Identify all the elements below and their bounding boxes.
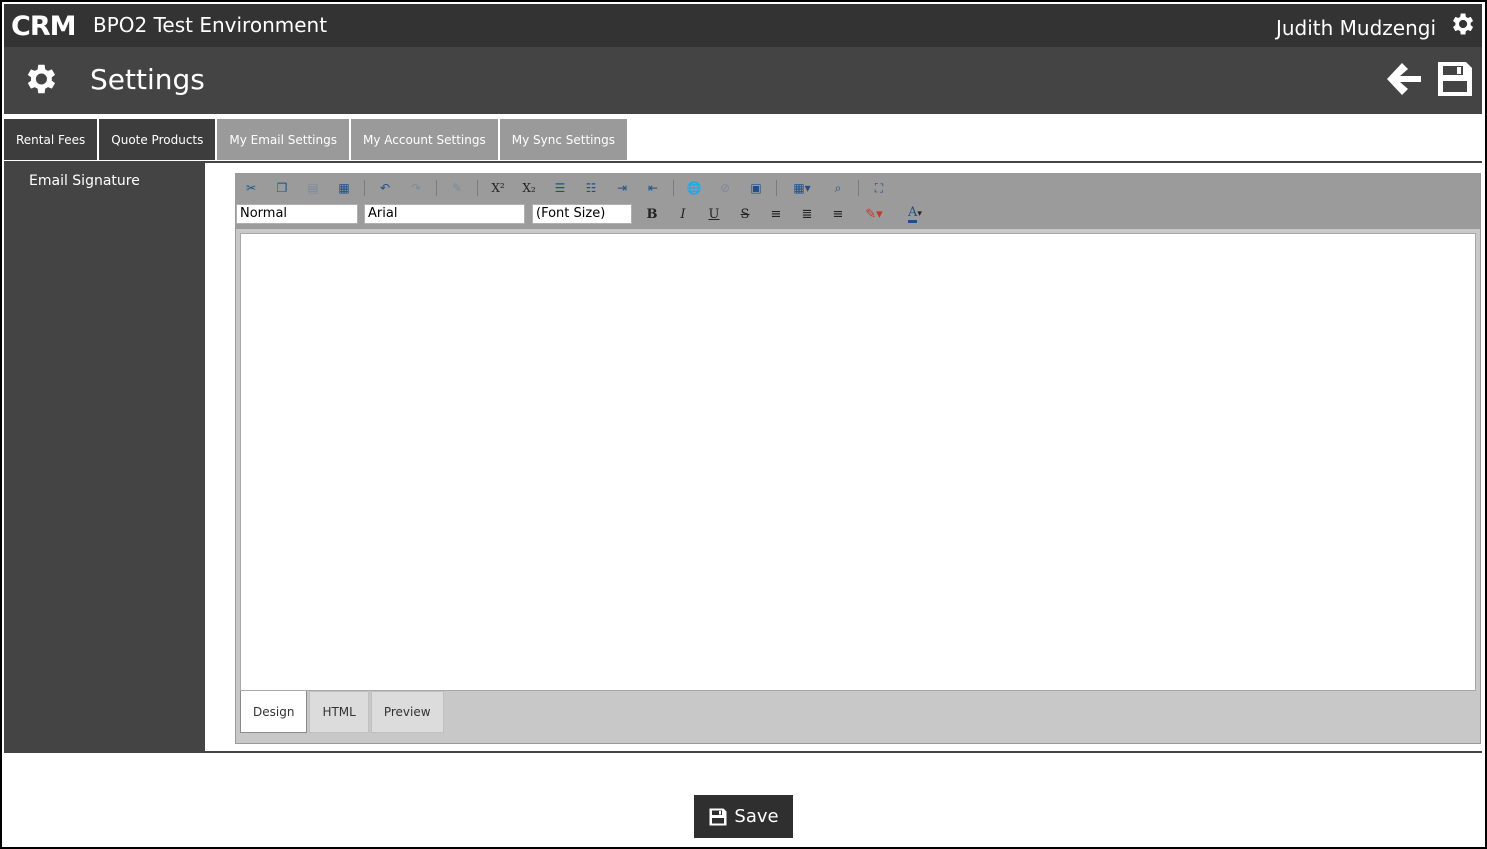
chevron-down-icon: ▾: [917, 209, 922, 219]
superscript-icon[interactable]: X²: [487, 178, 509, 198]
ordered-list-icon[interactable]: ☰: [549, 178, 571, 198]
save-button[interactable]: Save: [694, 795, 793, 838]
outdent-icon[interactable]: ⇤: [642, 178, 664, 198]
strikethrough-button[interactable]: S: [734, 204, 756, 224]
fullscreen-icon[interactable]: ⛶: [868, 178, 890, 198]
tab-html[interactable]: HTML: [309, 691, 369, 733]
find-replace-icon[interactable]: ⌕: [827, 178, 849, 198]
insert-table-icon[interactable]: ▦▾: [786, 178, 818, 198]
toolbar-separator: [364, 180, 365, 196]
font-size-select[interactable]: (Font Size): [532, 204, 632, 224]
spellcheck-icon[interactable]: ✎: [446, 178, 468, 198]
tab-my-sync-settings[interactable]: My Sync Settings: [499, 119, 627, 160]
settings-tabs: Rental Fees Quote Products My Email Sett…: [4, 119, 627, 161]
indent-icon[interactable]: ⇥: [611, 178, 633, 198]
paste-word-icon[interactable]: ▦: [333, 178, 355, 198]
align-left-icon[interactable]: ≡: [765, 204, 787, 224]
toolbar-row-1: ✂ ❐ ▤ ▦ ↶ ↷ ✎ X² X₂ ☰ ☷ ⇥ ⇤ 🌐 ⊘ ▣ ▦▾ ⌕ ⛶: [240, 178, 899, 198]
tab-design[interactable]: Design: [240, 691, 308, 733]
font-color-letter: A: [908, 205, 918, 223]
floppy-disk-icon: [709, 808, 727, 825]
editor-toolbar: ✂ ❐ ▤ ▦ ↶ ↷ ✎ X² X₂ ☰ ☷ ⇥ ⇤ 🌐 ⊘ ▣ ▦▾ ⌕ ⛶: [236, 174, 1480, 229]
tab-my-account-settings[interactable]: My Account Settings: [350, 119, 498, 160]
toolbar-row-2: Normal Arial (Font Size) B I U S ≡ ≣ ≡ ✎…: [236, 203, 931, 225]
rich-text-editor: ✂ ❐ ▤ ▦ ↶ ↷ ✎ X² X₂ ☰ ☷ ⇥ ⇤ 🌐 ⊘ ▣ ▦▾ ⌕ ⛶: [235, 173, 1481, 744]
app-title: BPO2 Test Environment: [93, 13, 328, 37]
toolbar-separator: [776, 180, 777, 196]
unordered-list-icon[interactable]: ☷: [580, 178, 602, 198]
save-icon[interactable]: [1435, 59, 1475, 99]
undo-icon[interactable]: ↶: [374, 178, 396, 198]
editor-content-area[interactable]: [240, 233, 1476, 691]
back-arrow-icon[interactable]: [1384, 59, 1424, 99]
insert-link-icon[interactable]: 🌐: [683, 178, 705, 198]
top-bar: CRM BPO2 Test Environment Judith Mudzeng…: [4, 4, 1482, 47]
tab-preview[interactable]: Preview: [370, 691, 444, 733]
bold-button[interactable]: B: [641, 204, 663, 224]
subscript-icon[interactable]: X₂: [518, 178, 540, 198]
toolbar-separator: [436, 180, 437, 196]
font-color-icon[interactable]: A ▾: [899, 204, 931, 224]
svg-text:CRM: CRM: [11, 11, 75, 40]
cut-icon[interactable]: ✂: [240, 178, 262, 198]
crm-logo: CRM: [11, 11, 76, 40]
copy-icon[interactable]: ❐: [271, 178, 293, 198]
sidebar: Email Signature: [4, 163, 205, 752]
underline-button[interactable]: U: [703, 204, 725, 224]
page-title: Settings: [90, 63, 205, 96]
user-name[interactable]: Judith Mudzengi: [1276, 16, 1436, 40]
content-divider: [4, 751, 1482, 753]
editor-mode-tabs: Design HTML Preview: [240, 691, 444, 733]
align-right-icon[interactable]: ≡: [827, 204, 849, 224]
paste-icon[interactable]: ▤: [302, 178, 324, 198]
highlight-color-icon[interactable]: ✎▾: [858, 204, 890, 224]
gear-icon[interactable]: [1448, 10, 1476, 38]
tab-rental-fees[interactable]: Rental Fees: [4, 119, 98, 160]
align-center-icon[interactable]: ≣: [796, 204, 818, 224]
settings-gear-icon: [27, 64, 56, 94]
sidebar-item-email-signature[interactable]: Email Signature: [29, 173, 140, 189]
toolbar-separator: [858, 180, 859, 196]
paragraph-format-select[interactable]: Normal: [236, 204, 358, 224]
italic-button[interactable]: I: [672, 204, 694, 224]
toolbar-separator: [673, 180, 674, 196]
save-button-label: Save: [734, 806, 779, 827]
toolbar-separator: [477, 180, 478, 196]
redo-icon[interactable]: ↷: [405, 178, 427, 198]
tab-quote-products[interactable]: Quote Products: [99, 119, 216, 160]
insert-image-icon[interactable]: ▣: [745, 178, 767, 198]
tab-my-email-settings[interactable]: My Email Settings: [217, 119, 349, 160]
page-header: Settings: [4, 47, 1482, 114]
remove-link-icon[interactable]: ⊘: [714, 178, 736, 198]
font-name-select[interactable]: Arial: [364, 204, 525, 224]
tab-divider: [4, 161, 1482, 163]
